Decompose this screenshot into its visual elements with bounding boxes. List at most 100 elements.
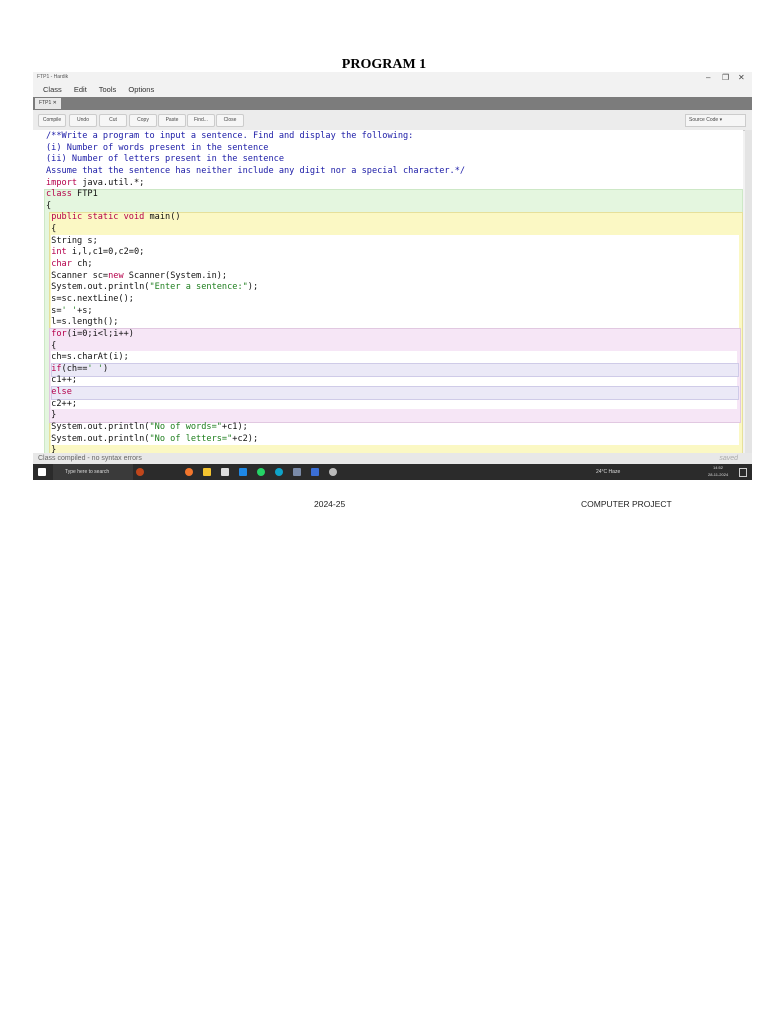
code-token: (ch== [61, 363, 88, 374]
code-token: ch=s.charAt(i); [46, 352, 129, 363]
window-title: FTP1 - Hardik [37, 74, 69, 80]
minimize-button[interactable]: – [706, 73, 710, 82]
menu-class[interactable]: Class [43, 85, 62, 94]
code-token: "No of words=" [149, 422, 222, 433]
code-token: (i) Number of words present in the sente… [46, 142, 269, 153]
find-button[interactable]: Find... [187, 114, 215, 127]
windows-taskbar: Type here to search 24°C Haze 14:52 28-1… [33, 464, 752, 480]
code-token: import [46, 177, 78, 188]
code-token: { [46, 340, 57, 351]
footer-label: COMPUTER PROJECT [581, 499, 672, 509]
cut-button[interactable]: Cut [99, 114, 127, 127]
editor-scrollbar[interactable] [745, 130, 752, 453]
bluej-icon[interactable] [293, 468, 301, 476]
taskbar-search[interactable]: Type here to search [53, 464, 133, 480]
settings-icon[interactable] [329, 468, 337, 476]
menu-bar: Class Edit Tools Options [43, 85, 164, 94]
weather-text: 24°C Haze [596, 469, 621, 475]
code-line: String s; [46, 236, 465, 248]
code-token: "Enter a sentence:" [149, 282, 248, 293]
saved-indicator: saved [719, 455, 738, 462]
view-select[interactable]: Source Code ▾ [685, 114, 746, 127]
toolbar: Compile Undo Cut Copy Paste Find... Clos… [33, 110, 752, 131]
paste-button[interactable]: Paste [158, 114, 186, 127]
code-token: main() [144, 212, 181, 223]
code-editor[interactable]: /**Write a program to input a sentence. … [33, 130, 743, 461]
page-heading: PROGRAM 1 [341, 57, 427, 72]
undo-button[interactable]: Undo [69, 114, 97, 127]
code-token: ) [102, 363, 109, 374]
code-token: +c2); [232, 433, 259, 444]
code-token: i,l,c1=0,c2=0; [66, 247, 145, 258]
code-line: System.out.println("No of words="+c1); [46, 422, 465, 434]
clock-date: 28-11-2024 [708, 472, 729, 477]
code-token: System.out.println( [46, 433, 150, 444]
code-line: else [46, 387, 465, 399]
weather-widget-icon[interactable] [136, 468, 144, 476]
file-explorer-icon[interactable] [203, 468, 211, 476]
menu-options[interactable]: Options [128, 85, 154, 94]
app-icon[interactable] [311, 468, 319, 476]
code-token: Assume that the sentence has neither inc… [46, 165, 466, 176]
compile-button[interactable]: Compile [38, 114, 66, 127]
code-line: System.out.println("Enter a sentence:"); [46, 282, 465, 294]
code-line: (i) Number of words present in the sente… [46, 143, 465, 155]
code-token: (i=0;i<l;i++) [66, 328, 134, 339]
code-token: int [51, 247, 67, 258]
restore-button[interactable]: ❐ [722, 73, 729, 82]
store-icon[interactable] [221, 468, 229, 476]
code-line: { [46, 341, 465, 353]
close-window-button[interactable]: ✕ [738, 73, 745, 82]
mail-icon[interactable] [239, 468, 247, 476]
menu-tools[interactable]: Tools [99, 85, 117, 94]
status-bar: Class compiled - no syntax errors saved [33, 453, 752, 464]
code-line: int i,l,c1=0,c2=0; [46, 247, 465, 259]
code-token: /**Write a program to input a sentence. … [46, 131, 414, 141]
code-token: } [46, 410, 57, 421]
code-line: class FTP1 [46, 189, 465, 201]
code-token: Scanner sc= [46, 270, 109, 281]
code-token: c2++; [46, 398, 78, 409]
code-token: else [51, 387, 72, 398]
start-icon[interactable] [38, 468, 46, 476]
code-token: new [108, 270, 124, 281]
code-token: class [46, 189, 72, 200]
code-line: public static void main() [46, 212, 465, 224]
code-token: "No of letters=" [149, 433, 233, 444]
code-line: char ch; [46, 259, 465, 271]
code-line: /**Write a program to input a sentence. … [46, 131, 465, 143]
code-line: Scanner sc=new Scanner(System.in); [46, 271, 465, 283]
code-token: System.out.println( [46, 422, 150, 433]
code-token: FTP1 [71, 189, 98, 200]
edge-icon[interactable] [275, 468, 283, 476]
code-line: for(i=0;i<l;i++) [46, 329, 465, 341]
code-token: l=s.length(); [46, 317, 119, 328]
code-line: import java.util.*; [46, 178, 465, 190]
notifications-icon[interactable] [739, 468, 747, 477]
code-token: if [51, 363, 62, 374]
code-line: ch=s.charAt(i); [46, 352, 465, 364]
code-line: System.out.println("No of letters="+c2); [46, 434, 465, 446]
code-token: ' ' [61, 305, 78, 316]
code-line: } [46, 410, 465, 422]
code-token: { [46, 200, 52, 211]
code-line: (ii) Number of letters present in the se… [46, 154, 465, 166]
menu-edit[interactable]: Edit [74, 85, 87, 94]
code-token: s= [46, 305, 62, 316]
code-token: +s; [77, 305, 93, 316]
code-token: for [51, 328, 67, 339]
code-line: c1++; [46, 375, 465, 387]
code-token: System.out.println( [46, 282, 150, 293]
firefox-icon[interactable] [185, 468, 193, 476]
code-token: s=sc.nextLine(); [46, 293, 134, 304]
code-line: s=sc.nextLine(); [46, 294, 465, 306]
bluej-screenshot: FTP1 - Hardik – ❐ ✕ Class Edit Tools Opt… [33, 72, 752, 480]
whatsapp-icon[interactable] [257, 468, 265, 476]
copy-button[interactable]: Copy [129, 114, 157, 127]
code-token: (ii) Number of letters present in the se… [46, 154, 284, 165]
tab-ftp1[interactable]: FTP1 ✕ [35, 98, 61, 109]
close-button[interactable]: Close [216, 114, 244, 127]
code-line: Assume that the sentence has neither inc… [46, 166, 465, 178]
code-token: ); [247, 282, 259, 293]
code-token: String s; [46, 235, 98, 246]
